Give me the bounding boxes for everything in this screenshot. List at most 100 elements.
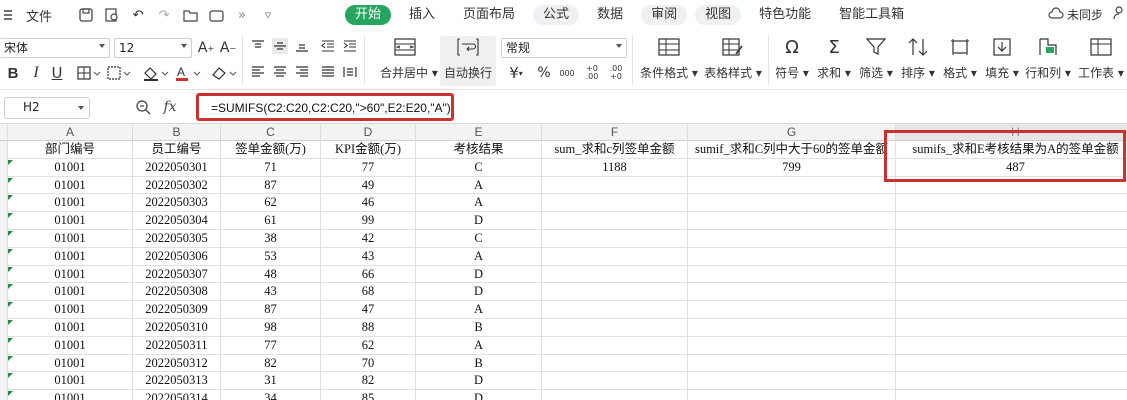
table-cell[interactable]: 01001 (8, 158, 133, 177)
table-style-button[interactable]: 表格样式 ▾ (704, 36, 762, 81)
table-cell[interactable]: 2022050313 (133, 372, 221, 391)
column-header-b[interactable]: B (133, 124, 221, 141)
table-cell[interactable]: 01001 (8, 354, 133, 373)
table-cell[interactable]: 01001 (8, 247, 133, 266)
table-cell[interactable] (542, 194, 688, 213)
table-cell[interactable]: 82 (321, 372, 416, 391)
file-menu[interactable]: 文件 (26, 6, 52, 25)
justify-icon[interactable] (320, 64, 336, 80)
table-cell[interactable] (688, 230, 896, 248)
row-header[interactable] (0, 354, 8, 373)
table-cell[interactable] (688, 194, 896, 213)
table-cell[interactable] (688, 265, 896, 284)
table-cell[interactable] (542, 283, 688, 302)
table-cell[interactable] (542, 372, 688, 391)
table-cell[interactable]: D (416, 212, 542, 230)
table-cell[interactable]: 31 (221, 372, 321, 391)
decrease-font-size-icon[interactable]: A − (220, 38, 236, 58)
table-cell[interactable]: 01001 (8, 372, 133, 391)
tab-home[interactable]: 开始 (345, 5, 392, 25)
row-header[interactable] (0, 230, 8, 248)
header-cell[interactable]: 考核结果 (416, 141, 542, 159)
table-cell[interactable] (896, 283, 1127, 302)
fill-button[interactable]: 填充 ▾ (982, 36, 1022, 81)
table-cell[interactable]: 2022050301 (133, 158, 221, 177)
print-preview-icon[interactable] (104, 7, 120, 23)
increase-font-size-icon[interactable]: A + (198, 38, 214, 58)
table-cell[interactable]: 2022050308 (133, 283, 221, 302)
row-header[interactable] (0, 319, 8, 337)
table-cell[interactable]: D (416, 390, 542, 400)
decrease-indent-icon[interactable] (320, 38, 336, 54)
table-cell[interactable] (542, 176, 688, 195)
table-cell[interactable]: 01001 (8, 265, 133, 284)
table-cell[interactable] (542, 212, 688, 230)
row-header[interactable] (0, 247, 8, 266)
table-cell[interactable]: 2022050303 (133, 194, 221, 213)
sync-status[interactable]: 未同步 (1048, 6, 1103, 23)
table-cell[interactable]: 2022050309 (133, 301, 221, 319)
table-cell[interactable]: 82 (221, 354, 321, 373)
underline-icon[interactable]: U (49, 63, 65, 83)
table-cell[interactable]: 70 (321, 354, 416, 373)
name-box[interactable]: H2 (4, 97, 90, 119)
save-icon[interactable] (78, 7, 94, 23)
table-cell[interactable] (896, 390, 1127, 400)
share-user-icon[interactable] (1113, 6, 1127, 23)
tab-insert[interactable]: 插入 (399, 5, 445, 25)
table-cell[interactable]: 85 (321, 390, 416, 400)
tab-view[interactable]: 视图 (695, 5, 742, 25)
table-cell[interactable]: 43 (221, 283, 321, 302)
table-cell[interactable]: 98 (221, 319, 321, 337)
row-header[interactable] (0, 336, 8, 355)
table-cell[interactable]: 01001 (8, 212, 133, 230)
insert-function-icon[interactable]: fx (160, 97, 180, 117)
distributed-align-icon[interactable] (342, 64, 358, 80)
table-cell[interactable]: 77 (321, 158, 416, 177)
decrease-decimal-icon[interactable]: .00 +0 (606, 63, 626, 83)
column-header-g[interactable]: G (688, 124, 896, 141)
table-cell[interactable]: 87 (221, 176, 321, 195)
font-name-select[interactable]: 宋体 (0, 38, 110, 58)
table-cell[interactable] (688, 212, 896, 230)
font-size-select[interactable]: 12 (114, 38, 192, 58)
align-bottom-icon[interactable] (294, 38, 310, 54)
table-cell[interactable] (688, 283, 896, 302)
tab-smart-toolbox[interactable]: 智能工具箱 (829, 5, 914, 25)
table-cell[interactable] (542, 319, 688, 337)
header-cell[interactable]: 员工编号 (133, 141, 221, 159)
table-cell[interactable] (896, 248, 1127, 266)
wrap-text-button[interactable]: 自动换行 (440, 36, 496, 86)
table-cell[interactable] (542, 390, 688, 400)
table-cell[interactable]: 43 (321, 247, 416, 266)
row-header[interactable] (0, 372, 8, 391)
redo-icon[interactable]: ↷ (156, 7, 172, 23)
increase-indent-icon[interactable] (342, 38, 358, 54)
row-header[interactable] (0, 176, 8, 195)
table-cell[interactable] (896, 194, 1127, 213)
table-cell[interactable]: A (416, 176, 542, 195)
table-cell[interactable]: 71 (221, 158, 321, 177)
table-cell[interactable]: 88 (321, 319, 416, 337)
align-left-icon[interactable] (250, 64, 266, 80)
tab-special-features[interactable]: 特色功能 (749, 5, 821, 25)
table-cell[interactable] (688, 319, 896, 337)
table-cell[interactable] (542, 230, 688, 248)
currency-format-icon[interactable]: ¥ ▾ (505, 63, 527, 83)
table-cell[interactable]: 47 (321, 301, 416, 319)
column-header-e[interactable]: E (416, 124, 542, 141)
column-header-a[interactable]: A (8, 124, 133, 141)
fill-color-icon[interactable] (142, 63, 170, 83)
tab-data[interactable]: 数据 (587, 5, 633, 25)
row-header[interactable] (0, 283, 8, 302)
rows-cols-button[interactable]: 行和列 ▾ (1024, 36, 1072, 81)
table-cell[interactable] (896, 230, 1127, 248)
table-cell[interactable]: 49 (321, 176, 416, 195)
table-cell[interactable]: 99 (321, 212, 416, 230)
table-cell[interactable]: D (416, 372, 542, 391)
table-cell[interactable]: 01001 (8, 336, 133, 355)
table-cell[interactable] (896, 337, 1127, 355)
table-cell[interactable] (688, 354, 896, 373)
format-button[interactable]: 格式 ▾ (940, 36, 980, 81)
row-header[interactable] (0, 194, 8, 213)
